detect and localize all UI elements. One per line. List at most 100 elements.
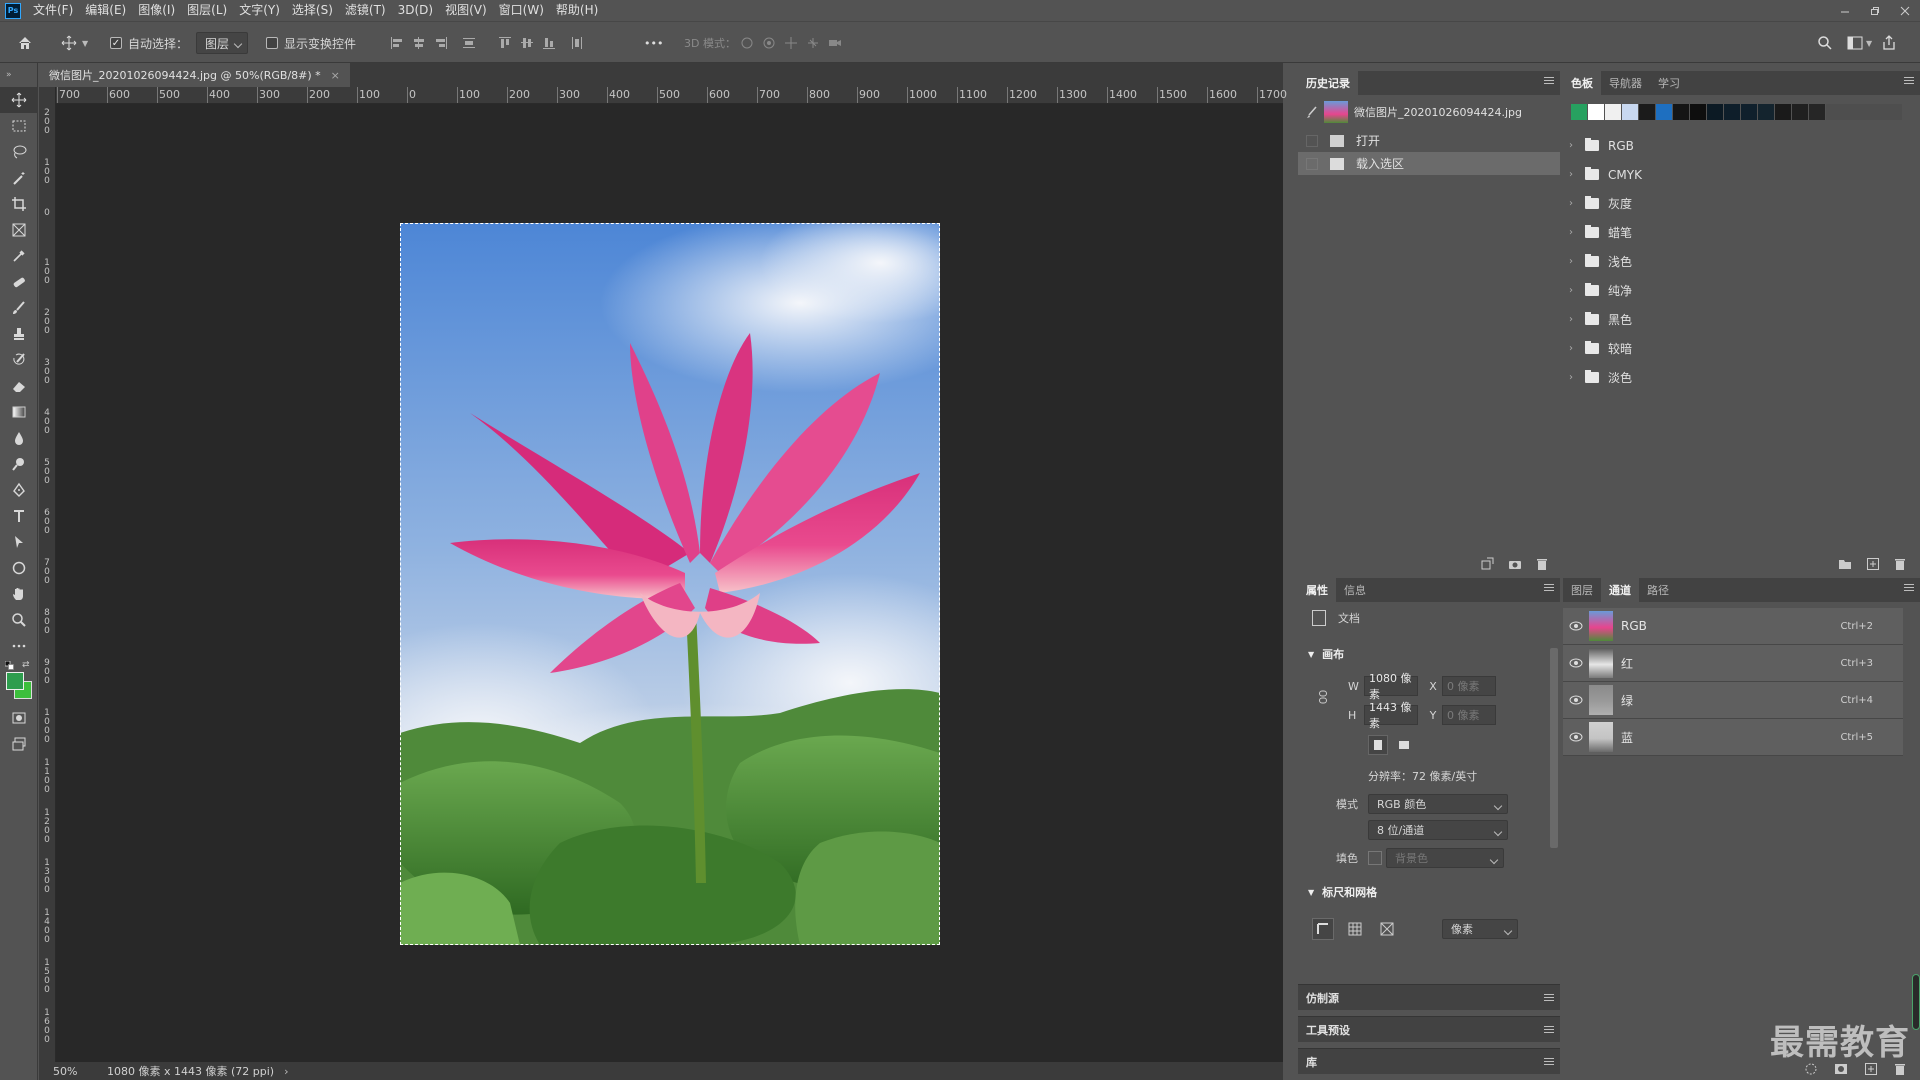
swatch-group[interactable]: › 纯净: [1563, 276, 1920, 305]
align-center-icon[interactable]: [408, 32, 430, 54]
canvas-section-header[interactable]: ▼ 画布: [1308, 646, 1344, 662]
minimize-icon[interactable]: [1830, 0, 1860, 21]
swatch-group[interactable]: › 较暗: [1563, 334, 1920, 363]
clone-stamp-tool[interactable]: [0, 321, 38, 347]
x-field[interactable]: 0 像素: [1442, 676, 1496, 696]
vertical-ruler[interactable]: 2 0 0 1 0 0 0 1 0 0 2 0 0 3 0 0 4 0 0 5 0 0 6 0 …: [39, 87, 56, 1069]
y-field[interactable]: 0 像素: [1442, 705, 1496, 725]
collapse-icon[interactable]: »: [0, 63, 37, 87]
channel-row[interactable]: 红 Ctrl+3: [1563, 645, 1903, 682]
chevron-right-icon[interactable]: ›: [1569, 256, 1579, 267]
history-item[interactable]: 打开: [1298, 129, 1560, 152]
history-snapshot[interactable]: 微信图片_20201026094424.jpg: [1298, 95, 1560, 129]
chevron-right-icon[interactable]: ›: [1569, 285, 1579, 296]
menu-type[interactable]: 文字(Y): [233, 0, 286, 21]
swatch-group[interactable]: › CMYK: [1563, 160, 1920, 189]
menu-edit[interactable]: 编辑(E): [79, 0, 132, 21]
channel-row[interactable]: RGB Ctrl+2: [1563, 608, 1903, 645]
share-icon[interactable]: [1878, 32, 1900, 54]
history-brush-tool[interactable]: [0, 347, 38, 373]
3d-pan-icon[interactable]: [780, 32, 802, 54]
swatch-chip[interactable]: [1724, 104, 1740, 120]
more-tools-icon[interactable]: [0, 633, 38, 659]
menu-image[interactable]: 图像(I): [132, 0, 181, 21]
tab-channels[interactable]: 通道: [1601, 578, 1639, 602]
swatch-chip[interactable]: [1622, 104, 1638, 120]
gradient-tool[interactable]: [0, 399, 38, 425]
tab-paths[interactable]: 路径: [1639, 578, 1677, 602]
align-top-icon[interactable]: [494, 32, 516, 54]
swatch-chip[interactable]: [1588, 104, 1604, 120]
trash-icon[interactable]: [1894, 557, 1906, 571]
landscape-orientation-icon[interactable]: [1394, 735, 1414, 755]
fill-dropdown[interactable]: 背景色: [1386, 848, 1504, 868]
move-tool-icon[interactable]: [58, 32, 80, 54]
tab-learn[interactable]: 学习: [1650, 71, 1688, 95]
history-source-checkbox[interactable]: [1306, 134, 1318, 147]
distribute-icon[interactable]: [458, 32, 480, 54]
height-field[interactable]: 1443 像素: [1364, 701, 1418, 730]
swatch-group[interactable]: › 灰度: [1563, 189, 1920, 218]
swatch-chip[interactable]: [1571, 104, 1587, 120]
chevron-right-icon[interactable]: ›: [1569, 198, 1579, 209]
camera-icon[interactable]: [1508, 557, 1522, 571]
swatch-chip[interactable]: [1792, 104, 1808, 120]
swatch-group[interactable]: › 黑色: [1563, 305, 1920, 334]
new-group-folder-icon[interactable]: [1838, 558, 1852, 570]
menu-3d[interactable]: 3D(D): [392, 0, 439, 21]
default-colors-icon[interactable]: [5, 661, 14, 670]
swatch-group[interactable]: › 淡色: [1563, 363, 1920, 392]
3d-roll-icon[interactable]: [758, 32, 780, 54]
chevron-down-icon[interactable]: ▼: [82, 39, 88, 48]
chevron-right-icon[interactable]: ›: [1569, 227, 1579, 238]
distribute-vertical-icon[interactable]: [566, 32, 588, 54]
tab-layers[interactable]: 图层: [1563, 578, 1601, 602]
restore-icon[interactable]: [1860, 0, 1890, 21]
close-icon[interactable]: [1890, 0, 1920, 21]
swatch-group[interactable]: › 浅色: [1563, 247, 1920, 276]
trash-icon[interactable]: [1536, 557, 1548, 571]
width-field[interactable]: 1080 像素: [1364, 672, 1418, 701]
portrait-orientation-icon[interactable]: [1368, 735, 1388, 755]
horizontal-ruler[interactable]: 700 600 500 400 300 200 100 0 100 200 300 400 500 600…: [39, 87, 1287, 104]
libraries-panel[interactable]: 库: [1298, 1048, 1560, 1074]
frame-tool[interactable]: [0, 217, 38, 243]
marquee-tool[interactable]: [0, 113, 38, 139]
3d-camera-icon[interactable]: [824, 32, 846, 54]
swatch-chip[interactable]: [1809, 104, 1825, 120]
swatch-group[interactable]: › 蜡笔: [1563, 218, 1920, 247]
swatch-chip[interactable]: [1605, 104, 1621, 120]
panel-menu-icon[interactable]: [1544, 584, 1554, 594]
hand-tool[interactable]: [0, 581, 38, 607]
bit-depth-dropdown[interactable]: 8 位/通道: [1368, 820, 1508, 840]
brush-tool[interactable]: [0, 295, 38, 321]
tab-swatches[interactable]: 色板: [1563, 71, 1601, 95]
tool-presets-panel[interactable]: 工具预设: [1298, 1016, 1560, 1042]
foreground-color-swatch[interactable]: [6, 672, 24, 690]
workspace-icon[interactable]: [1844, 32, 1866, 54]
chevron-right-icon[interactable]: ›: [1569, 372, 1579, 383]
more-options-button[interactable]: •••: [644, 37, 663, 50]
swatch-chip[interactable]: [1741, 104, 1757, 120]
pen-tool[interactable]: [0, 477, 38, 503]
channel-row[interactable]: 绿 Ctrl+4: [1563, 682, 1903, 719]
magic-wand-tool[interactable]: [0, 165, 38, 191]
history-source-checkbox[interactable]: [1306, 157, 1318, 170]
align-left-icon[interactable]: [386, 32, 408, 54]
lasso-tool[interactable]: [0, 139, 38, 165]
guides-icon[interactable]: [1376, 918, 1398, 940]
tab-info[interactable]: 信息: [1336, 578, 1374, 602]
show-transform-checkbox[interactable]: [266, 37, 278, 49]
link-icon[interactable]: [1318, 690, 1328, 704]
chevron-right-icon[interactable]: ›: [1569, 314, 1579, 325]
3d-orbit-icon[interactable]: [736, 32, 758, 54]
color-mode-dropdown[interactable]: RGB 颜色: [1368, 794, 1508, 814]
menu-filter[interactable]: 滤镜(T): [339, 0, 392, 21]
home-icon[interactable]: [14, 32, 36, 54]
move-tool[interactable]: [0, 87, 38, 113]
swatch-chip[interactable]: [1690, 104, 1706, 120]
swap-colors-icon[interactable]: ⇄: [22, 660, 30, 670]
new-document-from-state-icon[interactable]: [1480, 557, 1494, 571]
trash-icon[interactable]: [1894, 1062, 1906, 1076]
save-selection-icon[interactable]: [1834, 1062, 1848, 1076]
